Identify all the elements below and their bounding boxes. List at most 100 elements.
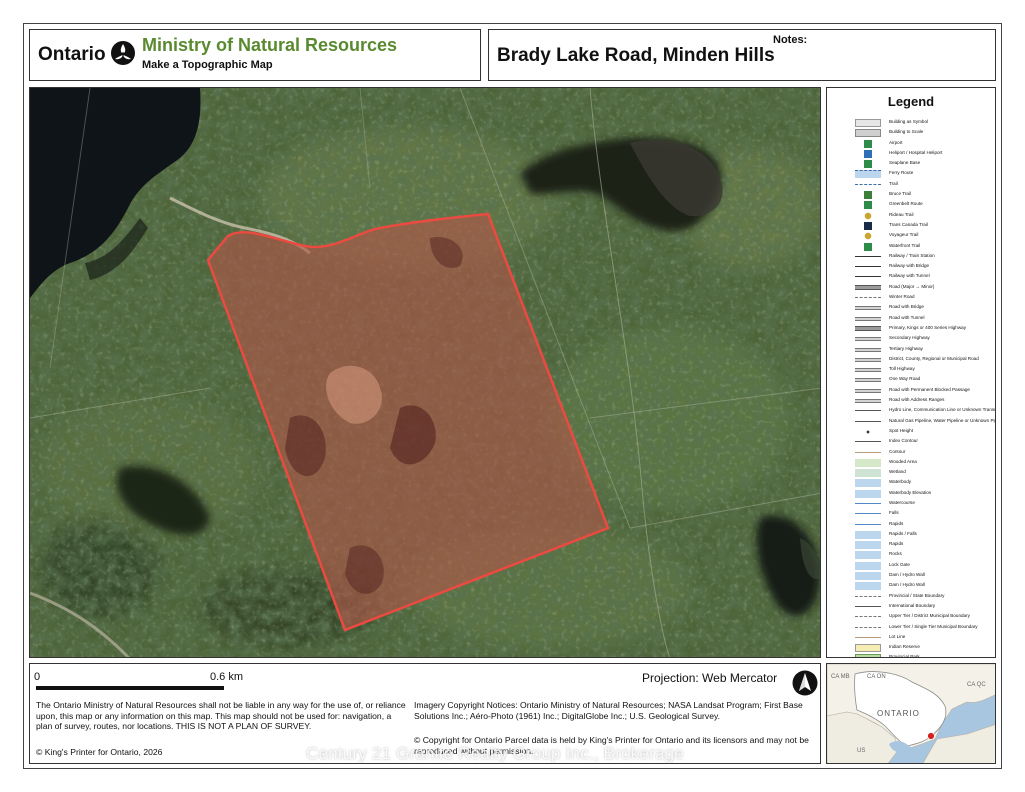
legend-item: Primary, Kings or 400 Series Highway [855, 324, 993, 334]
legend-item-label: Contour [889, 448, 906, 454]
legend-item: Natural Gas Pipeline, Water Pipeline or … [855, 417, 995, 427]
legend-item: Upper Tier / District Municipal Boundary [855, 612, 993, 622]
legend-item: Road with Permanent Blocked Passage [855, 386, 993, 396]
legend-symbol [855, 626, 881, 628]
legend-symbol [855, 595, 881, 597]
scale-bar-start-label: 0 [34, 671, 41, 683]
legend-item-label: Road (Major → Minor) [889, 283, 935, 289]
legend-item-label: Building to Scale [889, 129, 924, 135]
legend-symbol [855, 378, 881, 383]
legend-item-label: Ferry Route [889, 170, 914, 176]
legend-symbol [855, 399, 881, 404]
legend-item: Rideau Trail [855, 211, 993, 221]
legend-item: Spot Height [855, 427, 993, 437]
location-marker-icon [927, 732, 935, 740]
legend-item-label: Winter Road [889, 294, 915, 300]
legend-item: Voyageur Trail [855, 231, 993, 241]
legend-symbol [855, 441, 881, 443]
legend-item-label: Hydro Line, Communication Line or Unknow… [889, 407, 995, 413]
inset-neighbor-label: CA ON [867, 674, 886, 680]
legend-item-label: Voyageur Trail [889, 232, 919, 238]
legend-item: Winter Road [855, 293, 993, 303]
legend-item: Trail [855, 180, 993, 190]
legend-item: Bruce Trail [855, 190, 993, 200]
legend-item: Rapids [855, 520, 993, 530]
legend-symbol [855, 316, 881, 321]
legend-item-label: Secondary Highway [889, 335, 930, 341]
legend-item: Ferry Route [855, 169, 993, 179]
legend-symbol [855, 119, 881, 127]
legend-item: Lower Tier / Single Tier Municipal Bound… [855, 623, 993, 633]
legend-symbol [855, 160, 881, 169]
legend-item: Greenbelt Route [855, 200, 993, 210]
legend-item-label: Tertiary Highway [889, 345, 923, 351]
legend-symbol [855, 582, 881, 591]
legend-symbol [855, 605, 881, 607]
legend-item-label: Provincial / State Boundary [889, 592, 945, 598]
legend-item-label: Airport [889, 139, 903, 145]
legend-item-label: Lower Tier / Single Tier Municipal Bound… [889, 623, 978, 629]
legend-symbol [855, 368, 881, 373]
legend-item-label: Road with Bridge [889, 304, 924, 310]
legend-item-label: Toll Highway [889, 366, 915, 372]
brokerage-watermark: Century 21 Granite Realty Group Inc., Br… [306, 744, 684, 763]
legend-item-label: Heliport / Hospital Heliport [889, 149, 943, 155]
legend-item: Airport [855, 139, 993, 149]
legend-symbol [855, 191, 881, 200]
ministry-title: Ministry of Natural Resources [142, 35, 398, 55]
legend-item: Road with Address Ranges [855, 396, 993, 406]
kings-printer-copyright: © King's Printer for Ontario, 2026 [36, 747, 163, 757]
legend-item: Seaplane Base [855, 159, 993, 169]
legend-item: Heliport / Hospital Heliport [855, 149, 993, 159]
legend-item-label: Dam / Hydro Wall [889, 572, 925, 578]
legend-item-label: Bruce Trail [889, 191, 911, 197]
legend-symbol [855, 276, 881, 278]
legend-item: Waterbody [855, 478, 993, 488]
legend-item: Railway with Bridge [855, 262, 993, 272]
legend-item: Building to Scale [855, 128, 993, 138]
legend-item-label: Road with Address Ranges [889, 397, 945, 403]
legend-list: Building as Symbol Building to Scale Airpo… [855, 118, 995, 657]
legend-symbol [855, 183, 881, 185]
legend-item-label: Trans Canada Trail [889, 221, 928, 227]
legend-item: International Boundary [855, 602, 993, 612]
legend-symbol [855, 523, 881, 525]
legend-item: Provincial / State Boundary [855, 592, 993, 602]
legend-item-label: Seaplane Base [889, 160, 921, 166]
locator-inset-map: ONTARIO CA MB CA ON CA QC US [826, 663, 996, 764]
legend-symbol [855, 616, 881, 618]
legend-item-label: Rideau Trail [889, 211, 914, 217]
legend-item: Rapids [855, 540, 993, 550]
legend-symbol [855, 232, 881, 241]
inset-neighbor-label: US [857, 748, 865, 754]
map-tool-subtitle: Make a Topographic Map [142, 59, 273, 71]
legend-symbol [855, 242, 881, 251]
legend-symbol [855, 551, 881, 560]
legend-item-label: Spot Height [889, 427, 914, 433]
legend-item: District, County, Regional or Municipal … [855, 355, 993, 365]
legend-item-label: District, County, Regional or Municipal … [889, 355, 979, 361]
satellite-map[interactable] [29, 87, 821, 658]
legend-item: Wooded Area [855, 458, 993, 468]
legend-symbol [855, 221, 881, 230]
legend-item-label: Rapids [889, 520, 904, 526]
legend-item-label: Lock Gate [889, 561, 910, 567]
legend-symbol [855, 306, 881, 311]
legend-symbol [855, 410, 881, 412]
legend-item-label: Indian Reserve [889, 644, 920, 650]
legend-item-label: Upper Tier / District Municipal Boundary [889, 613, 970, 619]
legend-item-label: Waterbody [889, 479, 912, 485]
legend-symbol [855, 479, 881, 488]
legend-symbol [855, 388, 881, 393]
legend-item-label: Wetland [889, 469, 906, 475]
legend-symbol [855, 337, 881, 342]
legend-item: Falls [855, 509, 993, 519]
legend-item-label: Primary, Kings or 400 Series Highway [889, 324, 967, 330]
legend-symbol [855, 572, 881, 581]
legend-item: Hydro Line, Communication Line or Unknow… [855, 406, 995, 416]
legend-item: Dam / Hydro Wall [855, 581, 993, 591]
legend-symbol [855, 636, 881, 638]
header-ministry-panel: Ontario Ministry of Natural Resources Ma… [29, 29, 481, 81]
liability-disclaimer: The Ontario Ministry of Natural Resource… [36, 700, 406, 732]
legend-item-label: Railway / Train Station [889, 252, 935, 258]
